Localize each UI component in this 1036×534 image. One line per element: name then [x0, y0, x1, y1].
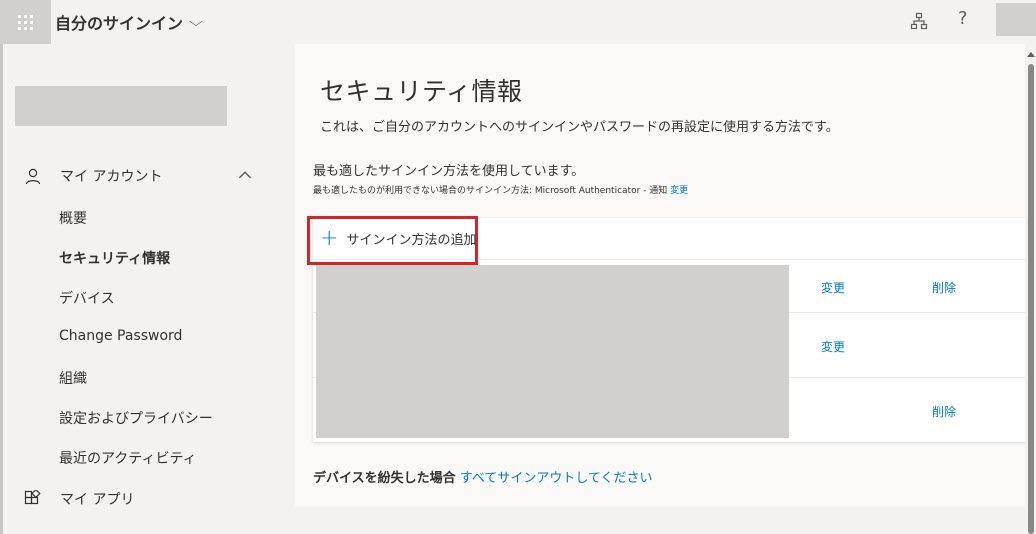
method-1-change-link[interactable]: 変更 — [821, 279, 845, 296]
bottom-strip — [295, 506, 1036, 534]
sidebar-item-organizations[interactable]: 組織 — [59, 368, 87, 388]
page-subtitle: これは、ご自分のアカウントへのサインインやパスワードの再設定に使用する方法です。 — [320, 120, 839, 135]
help-button[interactable]: ? — [958, 8, 968, 29]
org-chart-icon[interactable] — [910, 12, 928, 30]
person-icon — [25, 168, 41, 185]
sidebar-group-my-account[interactable]: マイ アカウント — [24, 166, 254, 186]
lost-device-section: デバイスを紛失した場合 すべてサインアウトしてください — [313, 467, 653, 486]
app-title-dropdown[interactable]: 自分のサインイン ⌵ — [55, 10, 203, 34]
sidebar-item-change-password[interactable]: Change Password — [59, 328, 182, 344]
add-method-label: サインイン方法の追加 — [346, 233, 477, 248]
sidebar-item-devices[interactable]: デバイス — [59, 288, 115, 308]
method-3-delete-link[interactable]: 削除 — [932, 403, 956, 420]
sign-out-everywhere-link[interactable]: すべてサインアウトしてください — [460, 471, 653, 486]
chevron-down-icon: ⌵ — [189, 14, 203, 30]
method-2-change-link[interactable]: 変更 — [821, 338, 845, 355]
app-title: 自分のサインイン — [55, 14, 184, 33]
scroll-up-arrow-icon[interactable] — [1027, 52, 1035, 57]
profile-avatar[interactable] — [996, 3, 1036, 36]
apps-icon — [24, 490, 41, 505]
scrollbar-thumb[interactable] — [1028, 64, 1034, 534]
sidebar-group-label: マイ アカウント — [60, 169, 163, 185]
sidebar-item-overview[interactable]: 概要 — [59, 208, 87, 228]
waffle-icon — [18, 14, 33, 30]
add-sign-in-method-button[interactable]: + サインイン方法の追加 — [320, 225, 477, 251]
chevron-up-icon[interactable] — [238, 170, 252, 179]
method-1-delete-link[interactable]: 削除 — [932, 279, 956, 296]
user-info-placeholder — [15, 86, 227, 126]
default-method-detail: 最も適したものが利用できない場合のサインイン方法: Microsoft Auth… — [313, 183, 688, 196]
sidebar-item-my-apps[interactable]: マイ アプリ — [24, 489, 134, 509]
sidebar-item-label: マイ アプリ — [60, 492, 135, 508]
sidebar-item-recent-activity[interactable]: 最近のアクティビティ — [59, 448, 197, 468]
default-method-change-link[interactable]: 変更 — [670, 186, 688, 196]
default-method-detail-text: 最も適したものが利用できない場合のサインイン方法: Microsoft Auth… — [313, 186, 668, 196]
sidebar-item-security-info[interactable]: セキュリティ情報 — [59, 248, 170, 268]
plus-icon: + — [320, 225, 339, 251]
sidebar-item-settings-privacy[interactable]: 設定およびプライバシー — [59, 408, 213, 428]
redacted-method-details — [316, 265, 789, 438]
sidebar-edge — [0, 44, 3, 534]
page-title: セキュリティ情報 — [320, 77, 523, 106]
app-launcher-button[interactable] — [0, 0, 51, 44]
default-method-heading: 最も適したサインイン方法を使用しています。 — [313, 164, 585, 179]
lost-device-label: デバイスを紛失した場合 — [313, 471, 456, 486]
